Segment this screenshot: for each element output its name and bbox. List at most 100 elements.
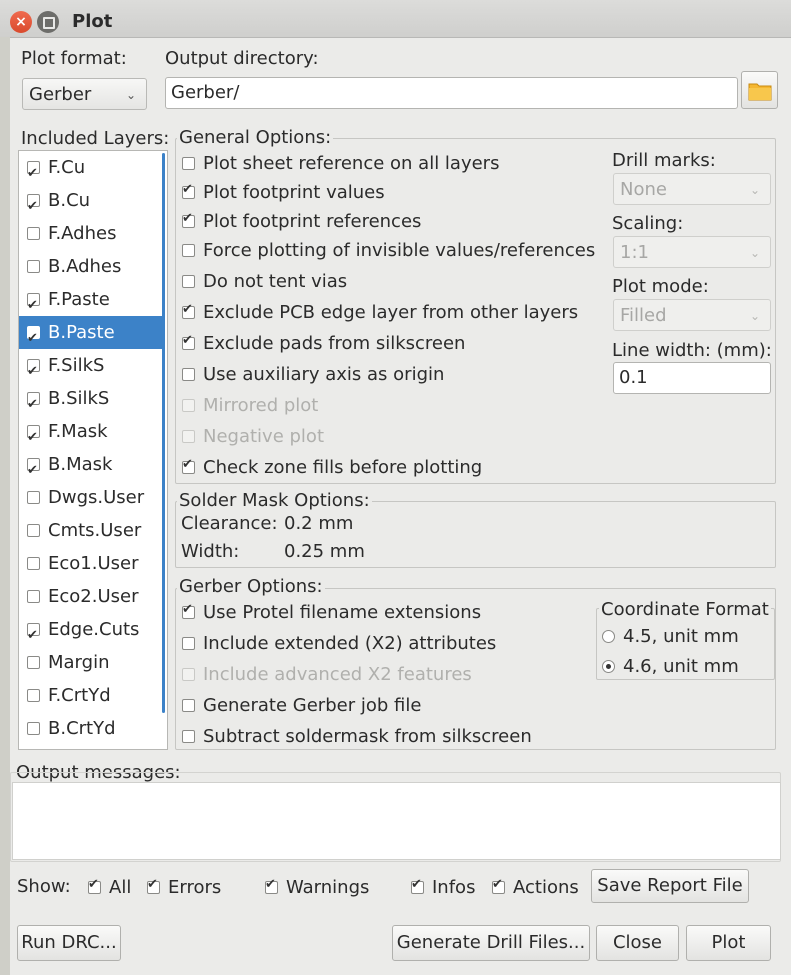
window-close-icon[interactable]: ×: [10, 11, 32, 33]
filter-actions[interactable]: Actions: [492, 875, 579, 899]
checkbox-icon[interactable]: [182, 729, 195, 743]
layer-label: B.CrtYd: [48, 718, 116, 739]
clearance-label: Clearance:: [181, 513, 278, 534]
checkbox-icon[interactable]: [411, 877, 424, 894]
checkbox-icon[interactable]: [27, 722, 40, 735]
layer-label: Dwgs.User: [48, 487, 145, 508]
layer-item[interactable]: B.CrtYd: [19, 712, 165, 745]
checkbox-icon[interactable]: [265, 877, 278, 894]
plot-button[interactable]: Plot: [686, 925, 771, 961]
radio-coord-4-6[interactable]: 4.6, unit mm: [602, 654, 739, 678]
option-plot-footprint-values[interactable]: Plot footprint values: [182, 180, 385, 204]
option-exclude-pcb-edge[interactable]: Exclude PCB edge layer from other layers: [182, 300, 578, 324]
checkbox-icon[interactable]: [182, 698, 195, 712]
checkbox-icon[interactable]: [27, 491, 40, 504]
checkbox-icon[interactable]: [27, 557, 40, 570]
layer-item[interactable]: Cmts.User: [19, 514, 165, 547]
layer-item[interactable]: B.Mask: [19, 448, 165, 487]
option-subtract-soldermask[interactable]: Subtract soldermask from silkscreen: [182, 724, 532, 748]
checkbox-icon[interactable]: [182, 156, 195, 170]
plot-format-select[interactable]: Gerber ⌄: [22, 78, 147, 110]
checkbox-icon[interactable]: [27, 421, 40, 454]
radio-coord-4-5[interactable]: 4.5, unit mm: [602, 624, 739, 648]
checkbox-icon[interactable]: [182, 602, 195, 619]
filter-all[interactable]: All: [88, 875, 131, 899]
filter-errors[interactable]: Errors: [147, 875, 221, 899]
layer-item[interactable]: F.Cu: [19, 151, 165, 190]
option-plot-footprint-references[interactable]: Plot footprint references: [182, 209, 421, 233]
checkbox-icon[interactable]: [27, 619, 40, 652]
line-width-input[interactable]: 0.1: [613, 362, 771, 394]
checkbox-icon[interactable]: [27, 454, 40, 487]
option-plot-sheet-reference[interactable]: Plot sheet reference on all layers: [182, 151, 499, 175]
layer-item[interactable]: F.SilkS: [19, 349, 165, 388]
layer-list-scrollbar[interactable]: [162, 153, 165, 713]
browse-directory-button[interactable]: [741, 71, 778, 109]
checkbox-icon[interactable]: [27, 227, 40, 240]
checkbox-icon[interactable]: [182, 367, 195, 381]
option-gerber-job-file[interactable]: Generate Gerber job file: [182, 693, 421, 717]
layer-label: B.Mask: [48, 454, 113, 475]
plot-mode-label: Plot mode:: [612, 276, 709, 297]
checkbox-icon[interactable]: [492, 877, 505, 894]
checkbox-icon[interactable]: [182, 182, 195, 199]
layer-item-selected[interactable]: B.Paste: [19, 316, 165, 355]
layer-item[interactable]: Edge.Cuts: [19, 613, 165, 652]
checkbox-icon[interactable]: [182, 211, 195, 228]
checkbox-icon[interactable]: [27, 157, 40, 190]
output-messages-area[interactable]: [12, 782, 781, 860]
checkbox-icon[interactable]: [182, 457, 195, 474]
option-check-zone-fills[interactable]: Check zone fills before plotting: [182, 455, 482, 479]
layer-item[interactable]: F.Mask: [19, 415, 165, 454]
checkbox-icon[interactable]: [27, 656, 40, 669]
option-force-invisible[interactable]: Force plotting of invisible values/refer…: [182, 238, 595, 262]
checkbox-icon[interactable]: [182, 243, 195, 257]
layer-item[interactable]: Margin: [19, 646, 165, 679]
layer-item[interactable]: Dwgs.User: [19, 481, 165, 514]
layer-item[interactable]: B.Cu: [19, 184, 165, 223]
save-report-button[interactable]: Save Report File: [591, 869, 749, 903]
radio-icon[interactable]: [602, 629, 615, 643]
checkbox-icon: [182, 667, 195, 681]
layer-item[interactable]: Eco1.User: [19, 547, 165, 580]
checkbox-icon[interactable]: [27, 689, 40, 702]
layer-item[interactable]: Eco2.User: [19, 580, 165, 613]
close-button[interactable]: Close: [596, 925, 679, 961]
checkbox-icon[interactable]: [27, 388, 40, 421]
output-directory-input[interactable]: Gerber/: [165, 77, 738, 109]
checkbox-icon[interactable]: [27, 355, 40, 388]
checkbox-icon[interactable]: [182, 636, 195, 650]
filter-infos[interactable]: Infos: [411, 875, 475, 899]
radio-icon[interactable]: [602, 659, 615, 673]
checkbox-icon[interactable]: [27, 322, 40, 355]
checkbox-icon[interactable]: [182, 274, 195, 288]
option-label: Mirrored plot: [203, 394, 319, 416]
checkbox-icon[interactable]: [27, 190, 40, 223]
checkbox-icon[interactable]: [182, 302, 195, 319]
filter-warnings[interactable]: Warnings: [265, 875, 369, 899]
layer-label: F.Mask: [48, 421, 108, 442]
layer-item[interactable]: F.CrtYd: [19, 679, 165, 712]
checkbox-icon[interactable]: [88, 877, 101, 894]
option-x2-attributes[interactable]: Include extended (X2) attributes: [182, 631, 496, 655]
layer-item[interactable]: F.Adhes: [19, 217, 165, 250]
option-do-not-tent-vias[interactable]: Do not tent vias: [182, 269, 347, 293]
checkbox-icon[interactable]: [182, 333, 195, 350]
layer-list[interactable]: F.Cu B.Cu F.Adhes B.Adhes F.Paste B.Past…: [18, 150, 168, 750]
checkbox-icon[interactable]: [27, 289, 40, 322]
option-protel-extensions[interactable]: Use Protel filename extensions: [182, 600, 481, 624]
layer-item[interactable]: F.Paste: [19, 283, 165, 322]
window-maximize-icon[interactable]: [37, 11, 59, 33]
generate-drill-files-button[interactable]: Generate Drill Files...: [392, 925, 590, 961]
layer-item[interactable]: B.Adhes: [19, 250, 165, 283]
option-exclude-pads[interactable]: Exclude pads from silkscreen: [182, 331, 465, 355]
checkbox-icon[interactable]: [147, 877, 160, 894]
filter-label: Actions: [513, 876, 579, 898]
checkbox-icon[interactable]: [27, 260, 40, 273]
run-drc-button[interactable]: Run DRC...: [17, 925, 121, 961]
layer-item[interactable]: B.SilkS: [19, 382, 165, 421]
checkbox-icon[interactable]: [27, 590, 40, 603]
option-label: Plot footprint values: [203, 181, 385, 203]
checkbox-icon[interactable]: [27, 524, 40, 537]
option-aux-axis-origin[interactable]: Use auxiliary axis as origin: [182, 362, 444, 386]
